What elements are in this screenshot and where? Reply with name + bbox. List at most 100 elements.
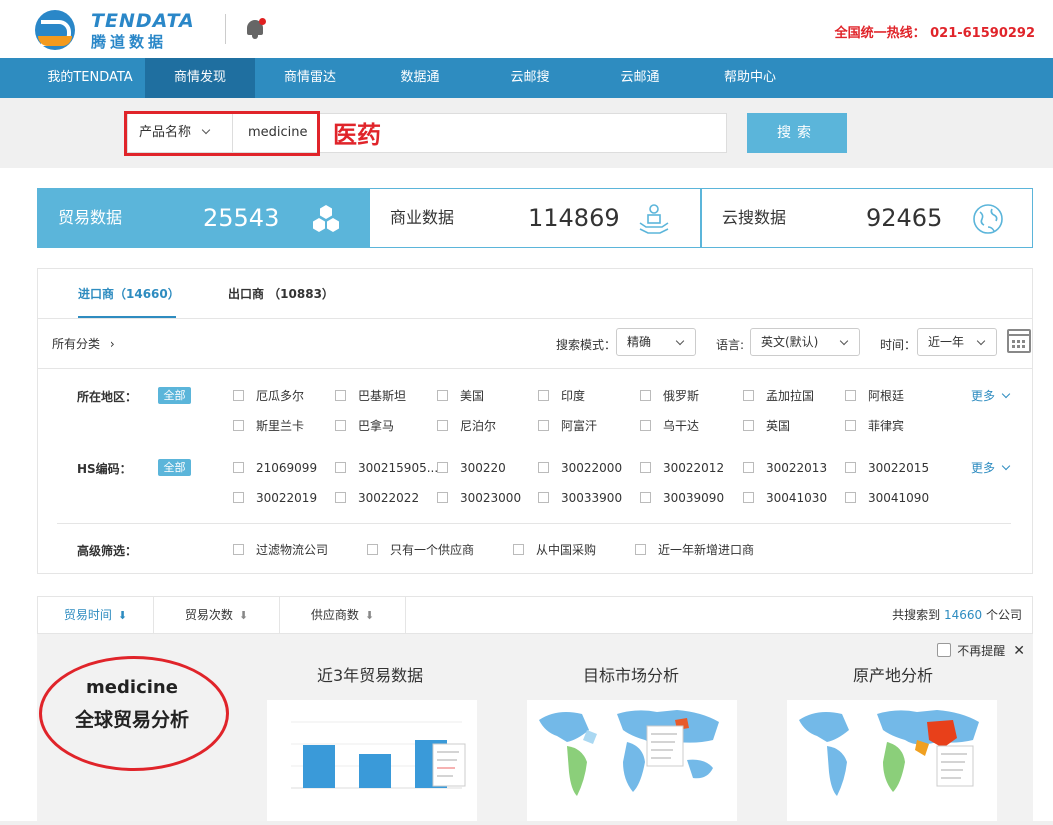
breadcrumb[interactable]: 所有分类 › [52, 335, 115, 352]
checkbox[interactable] [233, 420, 244, 431]
hs-all-badge[interactable]: 全部 [158, 459, 191, 476]
checkbox[interactable] [437, 462, 448, 473]
stat-business-data[interactable]: 商业数据 114869 [369, 188, 701, 248]
hs-option[interactable]: 30041090 [845, 490, 929, 506]
nav-data-link[interactable]: 数据通 [365, 58, 475, 98]
hs-option[interactable]: 30022015 [845, 460, 929, 476]
nav-cloud-mail-search[interactable]: 云邮搜 [475, 58, 585, 98]
checkbox[interactable] [335, 390, 346, 401]
language-select[interactable]: 英文(默认) [750, 328, 860, 356]
advanced-option-single-supplier[interactable]: 只有一个供应商 [367, 542, 474, 558]
checkbox[interactable] [640, 462, 651, 473]
search-button[interactable]: 搜索 [747, 113, 847, 153]
checkbox[interactable] [335, 492, 346, 503]
checkbox[interactable] [640, 492, 651, 503]
checkbox[interactable] [513, 544, 524, 555]
stat-trade-data[interactable]: 贸易数据 25543 [37, 188, 369, 248]
hs-option[interactable]: 300215905... [335, 460, 438, 476]
sort-by-supplier-count[interactable]: 供应商数 ⬇ [280, 597, 406, 633]
close-icon[interactable]: ✕ [1013, 643, 1025, 659]
trade-data-thumbnail[interactable] [267, 700, 477, 821]
hs-option[interactable]: 30022000 [538, 460, 622, 476]
advanced-option-new-importers[interactable]: 近一年新增进口商 [635, 542, 754, 558]
region-option[interactable]: 印度 [538, 388, 585, 404]
checkbox[interactable] [233, 462, 244, 473]
checkbox[interactable] [743, 492, 754, 503]
search-mode-select[interactable]: 精确 [616, 328, 696, 356]
checkbox[interactable] [233, 544, 244, 555]
nav-cloud-mail[interactable]: 云邮通 [585, 58, 695, 98]
advanced-option-filter-logistics[interactable]: 过滤物流公司 [233, 542, 328, 558]
hs-option[interactable]: 30022012 [640, 460, 724, 476]
hs-option[interactable]: 30022013 [743, 460, 827, 476]
checkbox[interactable] [743, 390, 754, 401]
stat-cloud-search-data[interactable]: 云搜数据 92465 [701, 188, 1033, 248]
nav-market-radar[interactable]: 商情雷达 [255, 58, 365, 98]
region-option[interactable]: 英国 [743, 418, 790, 434]
region-option[interactable]: 阿富汗 [538, 418, 597, 434]
option-label: 30033900 [561, 491, 623, 505]
checkbox[interactable] [437, 390, 448, 401]
checkbox[interactable] [640, 420, 651, 431]
region-option[interactable]: 斯里兰卡 [233, 418, 304, 434]
checkbox[interactable] [367, 544, 378, 555]
checkbox[interactable] [845, 420, 856, 431]
hs-option[interactable]: 30041030 [743, 490, 827, 506]
calendar-icon[interactable] [1007, 329, 1031, 353]
hs-option[interactable]: 300220 [437, 460, 506, 476]
region-option[interactable]: 尼泊尔 [437, 418, 496, 434]
region-option[interactable]: 巴基斯坦 [335, 388, 406, 404]
bell-icon[interactable] [245, 18, 266, 40]
time-select[interactable]: 近一年 [917, 328, 997, 356]
hexagon-icon [313, 205, 339, 232]
advanced-option-from-china[interactable]: 从中国采购 [513, 542, 596, 558]
checkbox[interactable] [538, 420, 549, 431]
region-option[interactable]: 厄瓜多尔 [233, 388, 304, 404]
hs-option[interactable]: 30039090 [640, 490, 724, 506]
hs-option[interactable]: 30033900 [538, 490, 622, 506]
checkbox[interactable] [437, 420, 448, 431]
tab-importers[interactable]: 进口商（14660） [78, 269, 180, 318]
checkbox[interactable] [335, 420, 346, 431]
checkbox[interactable] [437, 492, 448, 503]
tendata-logo[interactable]: TENDATA 腾道数据 [35, 8, 195, 52]
checkbox[interactable] [640, 390, 651, 401]
region-all-badge[interactable]: 全部 [158, 387, 191, 404]
checkbox[interactable] [743, 420, 754, 431]
checkbox[interactable] [538, 462, 549, 473]
region-option[interactable]: 菲律宾 [845, 418, 904, 434]
hs-option[interactable]: 21069099 [233, 460, 317, 476]
region-option[interactable]: 乌干达 [640, 418, 699, 434]
no-remind-toggle[interactable]: 不再提醒 ✕ [937, 642, 1025, 659]
region-option[interactable]: 巴拿马 [335, 418, 394, 434]
hs-option[interactable]: 30022022 [335, 490, 419, 506]
checkbox[interactable] [845, 390, 856, 401]
checkbox[interactable] [538, 390, 549, 401]
checkbox[interactable] [635, 544, 646, 555]
region-more-button[interactable]: 更多 [971, 387, 1011, 404]
sort-by-trade-time[interactable]: 贸易时间 ⬇ [38, 597, 154, 633]
nav-market-discovery[interactable]: 商情发现 [145, 58, 255, 98]
checkbox[interactable] [233, 492, 244, 503]
checkbox[interactable] [743, 462, 754, 473]
nav-my-tendata[interactable]: 我的TENDATA [37, 58, 143, 98]
checkbox[interactable] [233, 390, 244, 401]
region-option[interactable]: 孟加拉国 [743, 388, 814, 404]
sort-by-trade-count[interactable]: 贸易次数 ⬇ [154, 597, 280, 633]
region-option[interactable]: 美国 [437, 388, 484, 404]
hs-option[interactable]: 30023000 [437, 490, 521, 506]
checkbox[interactable] [845, 462, 856, 473]
checkbox[interactable] [845, 492, 856, 503]
checkbox[interactable] [937, 643, 952, 657]
checkbox[interactable] [335, 462, 346, 473]
tab-exporters[interactable]: 出口商 （10883） [228, 269, 338, 318]
region-option[interactable]: 阿根廷 [845, 388, 904, 404]
origin-thumbnail[interactable] [787, 700, 997, 821]
region-option[interactable]: 俄罗斯 [640, 388, 699, 404]
chevron-down-icon [976, 336, 986, 346]
nav-help-center[interactable]: 帮助中心 [695, 58, 805, 98]
checkbox[interactable] [538, 492, 549, 503]
hs-option[interactable]: 30022019 [233, 490, 317, 506]
hs-more-button[interactable]: 更多 [971, 459, 1011, 476]
target-market-thumbnail[interactable] [527, 700, 737, 821]
